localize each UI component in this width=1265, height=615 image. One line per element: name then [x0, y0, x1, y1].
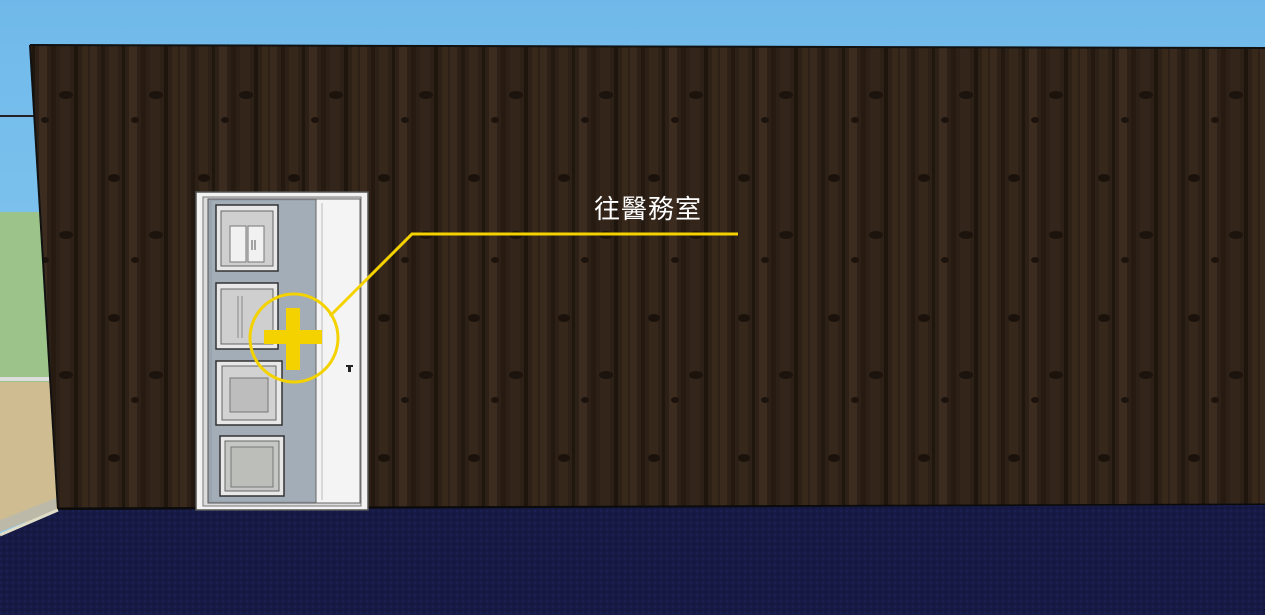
- scene-canvas: 往醫務室: [0, 0, 1265, 615]
- carpet-floor: [0, 505, 1265, 615]
- door-leaf[interactable]: [315, 198, 361, 504]
- direction-label: 往醫務室: [594, 195, 702, 225]
- sketchup-viewport[interactable]: 往醫務室: [0, 0, 1265, 615]
